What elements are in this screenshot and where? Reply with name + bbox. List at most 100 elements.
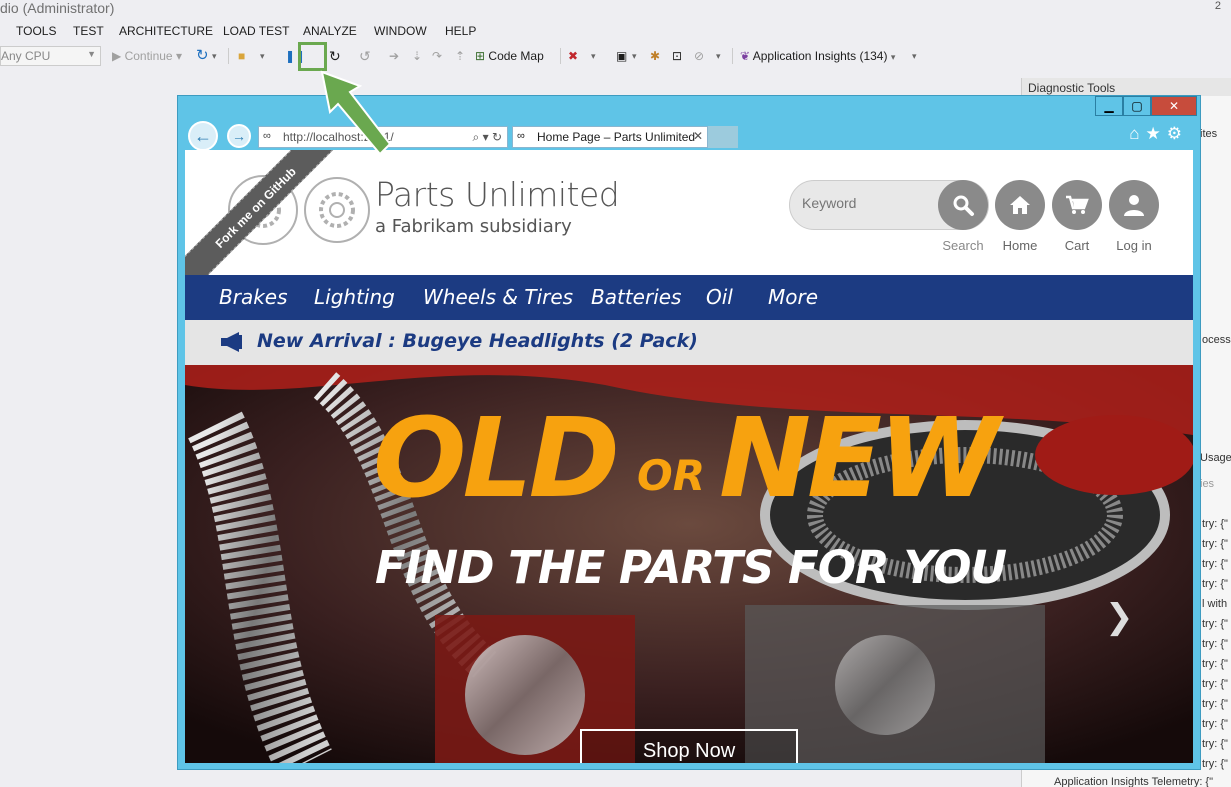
close-button[interactable]: ✕ [1151,96,1197,116]
brand-name[interactable]: Parts Unlimited [375,175,620,214]
nav-wheels-tires[interactable]: Wheels & Tires [423,285,573,309]
menu-analyze[interactable]: ANALYZE [303,24,357,38]
restart-icon[interactable]: ↻ [329,46,341,66]
vs-menu-bar: TOOLS TEST ARCHITECTURE LOAD TEST ANALYZ… [0,22,1231,42]
nav-batteries[interactable]: Batteries [591,285,681,309]
search-label[interactable]: Search [933,238,993,253]
diag-text: ies [1200,478,1215,490]
show-next-statement-icon[interactable]: ↺ [359,46,371,66]
new-tab-button[interactable] [708,126,738,148]
menu-help[interactable]: HELP [445,24,476,38]
breakpoint-icon[interactable]: ✖ [568,46,578,66]
step-over-icon[interactable]: ↷ [432,46,442,66]
comment-icon[interactable]: ✱ [650,46,660,66]
announcement-link[interactable]: New Arrival : Bugeye Headlights (2 Pack) [257,330,698,352]
chevron-down-icon[interactable]: ▾ [716,46,721,66]
nav-oil[interactable]: Oil [706,285,733,309]
toolbar-divider [732,48,733,64]
step-into-icon[interactable]: ➔ [389,46,399,66]
annotation-arrow [320,70,392,156]
refresh-icon[interactable]: ↻ [196,46,209,66]
app-insights-icon: ❦ [740,49,751,63]
app-insights-button[interactable]: ❦ Application Insights (134) ▾ [740,46,895,66]
home-icon[interactable]: ⌂ [1129,124,1145,143]
diag-log-line[interactable]: try: {" [1202,618,1228,630]
browser-tab[interactable]: ∞ Home Page – Parts Unlimited ✕ [512,126,708,148]
diag-log-line[interactable]: Application Insights Telemetry: {" [1054,776,1213,787]
browser-window: ▁ ▢ ✕ ← → ∞ http://localhost:2001/ ⌕ ▾ ↻… [177,95,1201,770]
menu-load-test[interactable]: LOAD TEST [223,24,289,38]
diag-log-line[interactable]: try: {" [1202,678,1228,690]
vs-debug-toolbar: Any CPU ▼ ▶ Continue ▾ ↻ ▾ ■ ▾ ❚❚ ↻ ↺ ➔ … [0,44,1231,104]
nav-lighting[interactable]: Lighting [314,285,395,309]
diag-log-line[interactable]: try: {" [1202,538,1228,550]
announcement-bar: New Arrival : Bugeye Headlights (2 Pack) [185,320,1193,365]
settings-gear-icon[interactable]: ⚙ [1167,124,1188,143]
close-tab-icon[interactable]: ✕ [693,129,703,143]
step-out-icon[interactable]: ⇡ [455,46,465,66]
address-tools[interactable]: ⌕ ▾ ↻ [473,130,502,145]
site-header: Fork me on GitHub Parts Unlimited a Fabr… [185,150,1193,289]
chevron-down-icon[interactable]: ▾ [591,46,596,66]
diag-log-line[interactable]: try: {" [1202,558,1228,570]
hero-or-text: OR [637,451,706,500]
chevron-down-icon[interactable]: ▾ [260,46,265,66]
diag-log-line[interactable]: try: {" [1202,698,1228,710]
megaphone-icon [221,332,242,352]
notification-count[interactable]: 2 [1215,0,1221,12]
favorites-star-icon[interactable]: ★ [1146,124,1167,143]
minimize-button[interactable]: ▁ [1095,96,1123,116]
nav-more[interactable]: More [768,285,818,309]
shop-now-button[interactable]: Shop Now [580,729,798,763]
diag-log-line[interactable]: try: {" [1202,518,1228,530]
carousel-next-icon[interactable]: ❯ [1105,597,1134,637]
tab-title: Home Page – Parts Unlimited [537,130,696,144]
platform-select[interactable]: Any CPU ▼ [0,46,101,66]
browser-toolbar-icons: ⌂★⚙ [1129,124,1188,144]
diag-text: ites [1200,128,1218,140]
diag-text: Usage [1200,452,1231,464]
step-down-icon[interactable]: ⇣ [412,46,422,66]
link-icon[interactable]: ⊘ [694,46,704,66]
continue-button[interactable]: ▶ Continue ▾ [112,46,182,66]
cart-label[interactable]: Cart [1047,238,1107,253]
forward-button[interactable]: → [227,124,251,148]
forward-arrow-icon: → [232,128,246,144]
diag-log-line[interactable]: try: {" [1202,658,1228,670]
login-button[interactable] [1109,180,1159,230]
search-input[interactable] [802,195,932,211]
diag-log-line[interactable]: try: {" [1202,738,1228,750]
home-icon [1010,196,1030,214]
menu-tools[interactable]: TOOLS [16,24,56,38]
chevron-down-icon: ▼ [87,49,96,59]
chevron-down-icon[interactable]: ▾ [912,46,917,66]
hero-subtitle: FIND THE PARTS FOR YOU [375,541,1007,594]
code-map-button[interactable]: ⊞ Code Map [475,46,544,66]
maximize-button[interactable]: ▢ [1123,96,1151,116]
diag-log-line[interactable]: try: {" [1202,718,1228,730]
browser-link-icon[interactable]: ■ [238,46,245,66]
uncomment-icon[interactable]: ⊡ [672,46,682,66]
cart-button[interactable] [1052,180,1102,230]
login-label[interactable]: Log in [1104,238,1164,253]
vs-title-bar: dio (Administrator) 2 [0,0,1231,18]
home-button[interactable] [995,180,1045,230]
diag-log-line[interactable]: try: {" [1202,578,1228,590]
chevron-down-icon[interactable]: ▾ [212,46,217,66]
nav-brakes[interactable]: Brakes [219,285,288,309]
user-icon [1124,195,1144,216]
search-button[interactable] [938,180,988,230]
back-button[interactable]: ← [188,121,218,151]
tab-favicon-icon: ∞ [517,130,525,142]
diag-log-line[interactable]: l with [1202,598,1227,610]
menu-window[interactable]: WINDOW [374,24,427,38]
menu-architecture[interactable]: ARCHITECTURE [119,24,213,38]
chevron-down-icon[interactable]: ▾ [632,46,637,66]
bookmark-icon[interactable]: ▣ [616,46,627,66]
diag-log-line[interactable]: try: {" [1202,758,1228,770]
menu-test[interactable]: TEST [73,24,104,38]
diag-log-line[interactable]: try: {" [1202,638,1228,650]
brand-tagline: a Fabrikam subsidiary [375,216,572,237]
stop-button-highlight [298,42,327,71]
home-label[interactable]: Home [990,238,1050,253]
